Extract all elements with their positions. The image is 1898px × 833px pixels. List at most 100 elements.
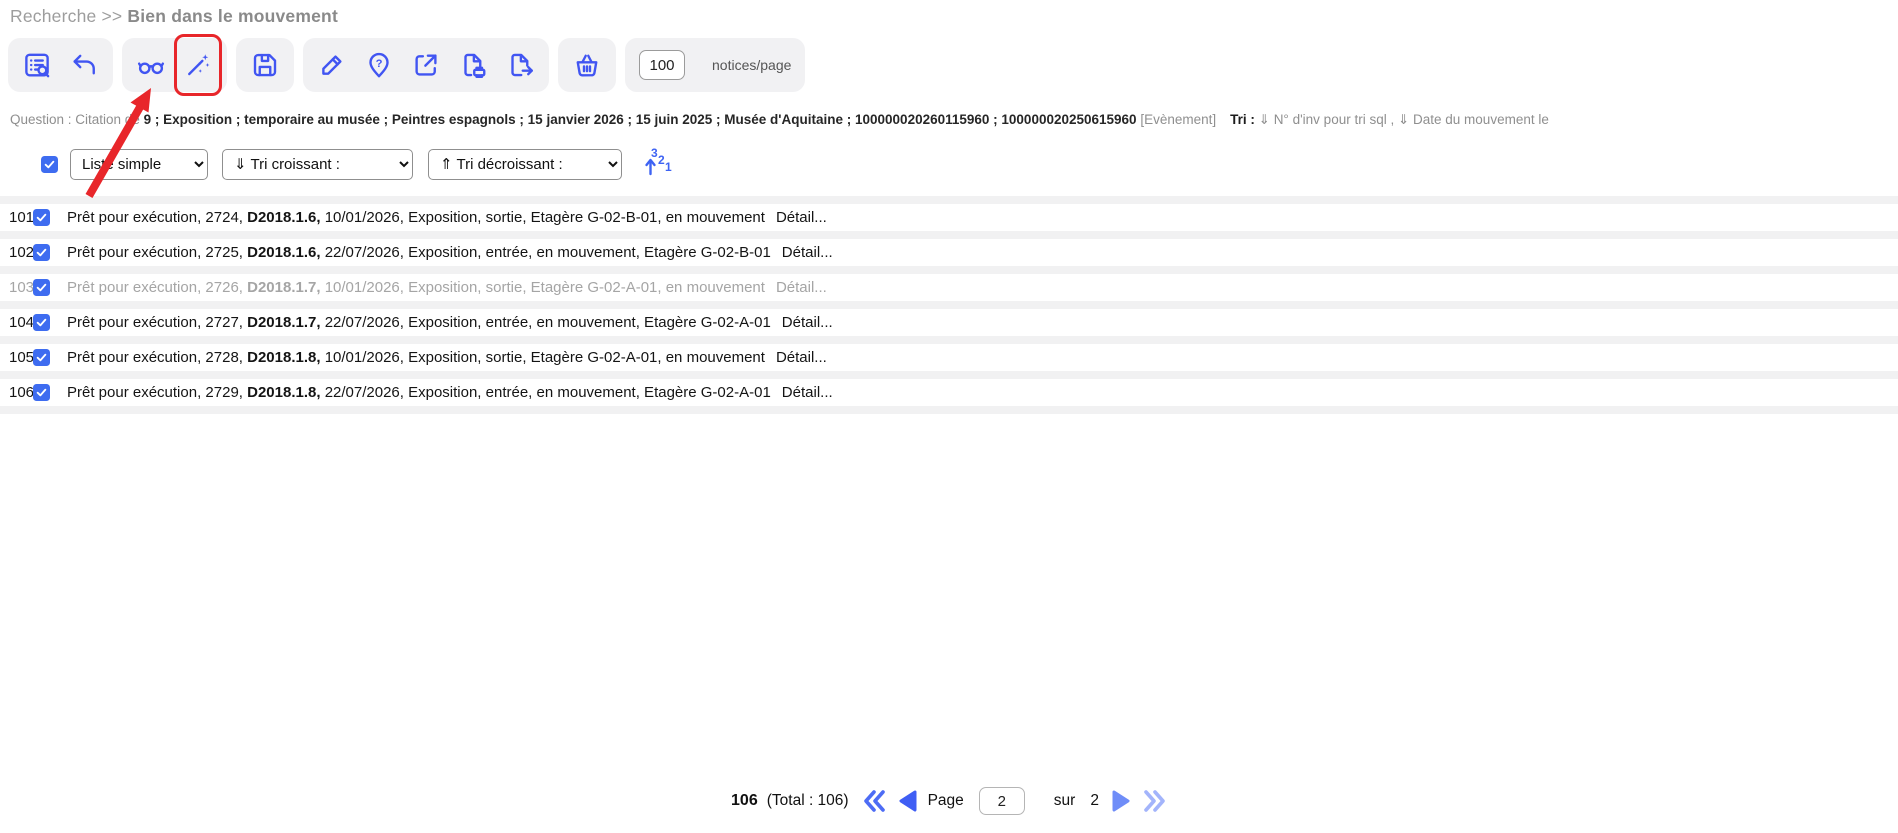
check-icon [35,281,48,294]
next-page-button[interactable] [1110,788,1132,814]
notices-per-page-label: notices/page [712,57,791,73]
detail-link[interactable]: Détail... [782,314,833,331]
toolbar: ? [8,38,805,92]
view-mode-select[interactable]: Liste simple [70,149,208,180]
save-icon [250,50,280,80]
magic-wand-button[interactable] [183,50,213,80]
question-suffix: [Evènement] [1137,112,1217,127]
sort-numeric-321-icon[interactable]: 3 2 1 [643,146,673,183]
list-item: 106 Prêt pour exécution, 2729, D2018.1.8… [0,379,1898,406]
search-question-summary: Question : Citation de 9 ; Exposition ; … [10,112,1870,128]
row-checkbox[interactable] [33,314,50,331]
select-all-checkbox[interactable] [41,156,58,173]
check-icon [35,211,48,224]
list-item: 101 Prêt pour exécution, 2724, D2018.1.6… [0,204,1898,231]
list-item: 103 Prêt pour exécution, 2726, D2018.1.7… [0,274,1898,301]
pagination: 106 (Total : 106) Page sur 2 [0,787,1898,815]
breadcrumb-section[interactable]: Recherche [10,6,96,26]
sort-summary-label: Tri : [1230,112,1255,127]
basket-button[interactable] [572,50,602,80]
locate-button[interactable]: ? [364,50,394,80]
undo-button[interactable] [69,50,99,80]
detail-link[interactable]: Détail... [782,244,833,261]
detail-link[interactable]: Détail... [776,279,827,296]
result-count: 106 [731,792,758,810]
question-criteria: 9 ; Exposition ; temporaire au musée ; P… [144,112,1137,127]
row-checkbox[interactable] [33,349,50,366]
row-text: Prêt pour exécution, 2726, D2018.1.7, 10… [67,279,827,296]
magic-wand-icon [183,50,213,80]
row-text: Prêt pour exécution, 2729, D2018.1.8, 22… [67,384,833,401]
check-icon [35,316,48,329]
list-item: 102 Prêt pour exécution, 2725, D2018.1.6… [0,239,1898,266]
total-pages: 2 [1090,792,1099,810]
row-separator [0,231,1898,239]
list-search-button[interactable] [22,50,52,80]
breadcrumb-separator: >> [102,6,128,26]
open-external-button[interactable] [411,50,441,80]
row-checkbox[interactable] [33,279,50,296]
check-icon [35,386,48,399]
previous-page-button[interactable] [897,788,919,814]
check-icon [35,246,48,259]
toolbar-group-basket [558,38,616,92]
row-text: Prêt pour exécution, 2728, D2018.1.8, 10… [67,349,827,366]
first-page-button[interactable] [862,788,888,814]
svg-text:1: 1 [665,160,672,174]
svg-text:2: 2 [658,153,665,167]
sort-descending-select[interactable]: ⇑ Tri décroissant : [428,149,622,180]
last-page-button[interactable] [1141,788,1167,814]
row-number: 105 [0,349,33,366]
question-label: Question : Citation de [10,112,144,127]
export-document-button[interactable] [505,50,535,80]
svg-text:?: ? [376,58,383,70]
document-export-icon [505,50,535,80]
row-text: Prêt pour exécution, 2724, D2018.1.6, 10… [67,209,827,226]
toolbar-group-notices: notices/page [625,38,805,92]
page-label: Page [928,792,964,810]
edit-button[interactable] [317,50,347,80]
row-checkbox[interactable] [33,384,50,401]
undo-icon [69,50,99,80]
external-link-icon [411,50,441,80]
row-checkbox[interactable] [33,209,50,226]
row-number: 106 [0,384,33,401]
row-number: 101 [0,209,33,226]
svg-text:3: 3 [651,146,658,160]
list-item: 105 Prêt pour exécution, 2728, D2018.1.8… [0,344,1898,371]
of-label: sur [1054,792,1076,810]
row-separator [0,336,1898,344]
basket-icon [572,50,602,80]
save-button[interactable] [250,50,280,80]
detail-link[interactable]: Détail... [776,349,827,366]
page-number-input[interactable] [979,787,1025,815]
list-controls: Liste simple ⇓ Tri croissant : ⇑ Tri déc… [41,146,673,183]
toolbar-group-save [236,38,294,92]
row-separator [0,266,1898,274]
list-search-icon [22,50,52,80]
breadcrumb: Recherche >> Bien dans le mouvement [10,6,338,27]
sort-ascending-select[interactable]: ⇓ Tri croissant : [222,149,413,180]
detail-link[interactable]: Détail... [776,209,827,226]
check-icon [35,351,48,364]
notices-per-page-input[interactable] [639,50,685,80]
pin-help-icon: ? [364,50,394,80]
row-number: 102 [0,244,33,261]
row-separator [0,406,1898,414]
row-text: Prêt pour exécution, 2725, D2018.1.6, 22… [67,244,833,261]
glasses-icon [136,50,166,80]
print-document-button[interactable] [458,50,488,80]
row-checkbox[interactable] [33,244,50,261]
page-title: Bien dans le mouvement [127,6,338,26]
detail-link[interactable]: Détail... [782,384,833,401]
row-separator [0,301,1898,309]
row-separator [0,371,1898,379]
toolbar-group-actions: ? [303,38,549,92]
check-icon [43,158,56,171]
row-separator [0,196,1898,204]
pencil-icon [317,50,347,80]
row-number: 103 [0,279,33,296]
preview-button[interactable] [136,50,166,80]
toolbar-group-results [8,38,113,92]
result-total: (Total : 106) [767,792,849,810]
